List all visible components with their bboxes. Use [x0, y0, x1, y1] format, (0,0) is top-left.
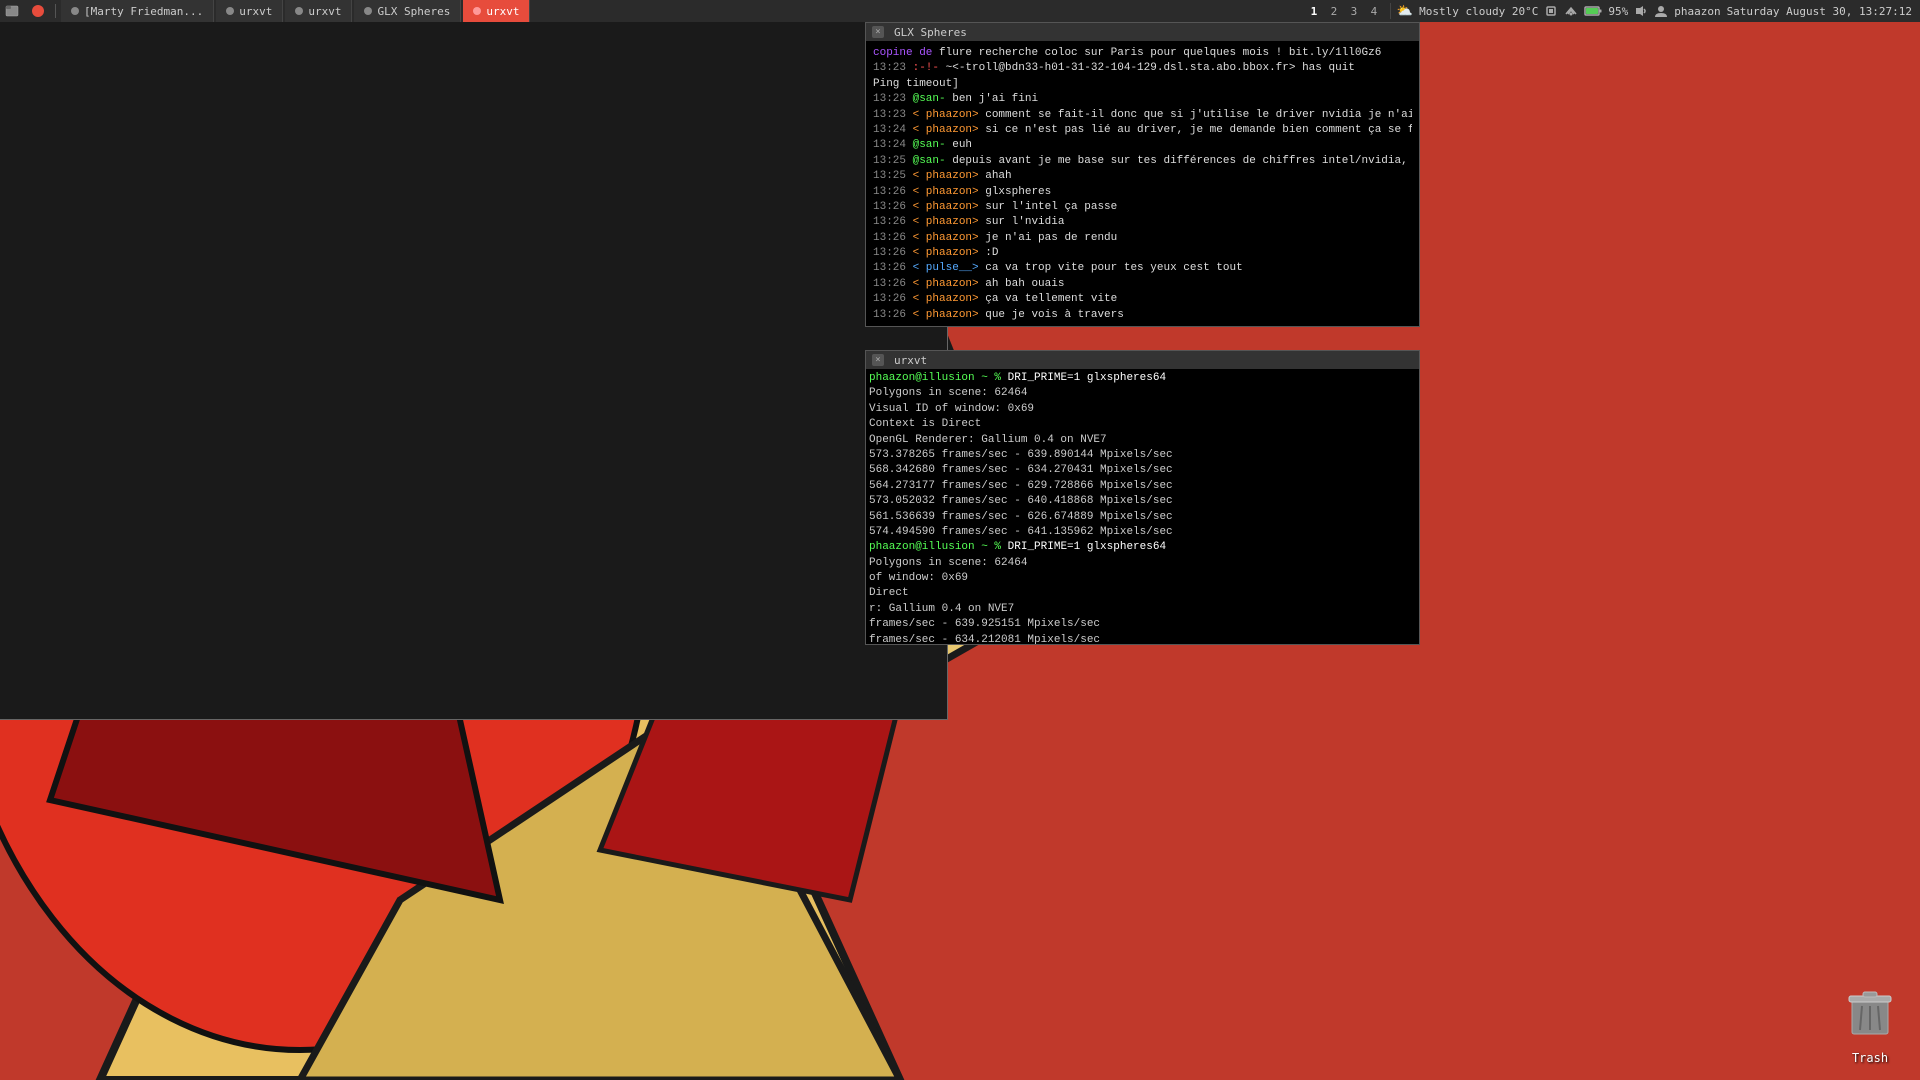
- taskbar-right: 1 2 3 4 ⛅ Mostly cloudy 20°C 95%: [1298, 3, 1920, 19]
- terminal-window[interactable]: × urxvt phaazon@illusion ~ % DRI_PRIME=1…: [865, 350, 1420, 645]
- irc-close-btn[interactable]: ×: [872, 26, 884, 38]
- tab-urxvt1[interactable]: urxvt: [216, 0, 283, 22]
- terminal-line: phaazon@illusion ~ % DRI_PRIME=1 glxsphe…: [869, 371, 1416, 386]
- taskbar-left: [Marty Friedman... urxvt urxvt GLX Spher…: [0, 0, 1298, 22]
- battery-text: 95%: [1608, 5, 1628, 18]
- taskbar-app-icon-files[interactable]: [2, 1, 22, 21]
- tab-dot: [226, 7, 234, 15]
- workspace-4[interactable]: 4: [1366, 3, 1382, 19]
- left-window: [0, 22, 948, 720]
- terminal-line: 574.494590 frames/sec - 641.135962 Mpixe…: [869, 525, 1416, 540]
- terminal-line: r: Gallium 0.4 on NVE7: [869, 602, 1416, 617]
- tab-urxvt3-label: urxvt: [486, 5, 519, 18]
- irc-line: copine de flure recherche coloc sur Pari…: [873, 46, 1412, 61]
- workspace-3[interactable]: 3: [1346, 3, 1362, 19]
- irc-line: 13:23 < phaazon> comment se fait-il donc…: [873, 108, 1412, 123]
- weather-text: Mostly cloudy 20°C: [1419, 5, 1538, 18]
- irc-line: 13:23 :-!- ~<-troll@bdn33-h01-31-32-104-…: [873, 61, 1412, 76]
- terminal-window-title: urxvt: [894, 354, 927, 367]
- irc-line: Ping timeout]: [873, 77, 1412, 92]
- username-text: phaazon: [1674, 5, 1720, 18]
- tab-urxvt2[interactable]: urxvt: [285, 0, 352, 22]
- irc-line: 13:26 < pulse__> ca va trop vite pour te…: [873, 261, 1412, 276]
- left-window-content: [0, 22, 947, 719]
- irc-line: 13:26 < phaazon> sur l'intel ça passe: [873, 200, 1412, 215]
- irc-line: 13:24 @san- euh: [873, 138, 1412, 153]
- battery-icon: [1584, 4, 1602, 18]
- terminal-line: 564.273177 frames/sec - 629.728866 Mpixe…: [869, 479, 1416, 494]
- irc-line: 13:26 < phaazon> ça va tellement vite: [873, 292, 1412, 307]
- tab-dot: [71, 7, 79, 15]
- datetime-text: Saturday August 30, 13:27:12: [1727, 5, 1912, 18]
- tab-urxvt2-label: urxvt: [308, 5, 341, 18]
- irc-titlebar: × GLX Spheres: [866, 23, 1419, 41]
- irc-content[interactable]: copine de flure recherche coloc sur Pari…: [866, 41, 1419, 326]
- taskbar: [Marty Friedman... urxvt urxvt GLX Spher…: [0, 0, 1920, 22]
- irc-line: 13:26 < phaazon> :D: [873, 246, 1412, 261]
- terminal-line: OpenGL Renderer: Gallium 0.4 on NVE7: [869, 433, 1416, 448]
- terminal-titlebar-left: × urxvt: [872, 354, 927, 367]
- tab-dot: [364, 7, 372, 15]
- irc-titlebar-left: × GLX Spheres: [872, 26, 967, 39]
- terminal-line: phaazon@illusion ~ % DRI_PRIME=1 glxsphe…: [869, 540, 1416, 555]
- irc-line: 13:23 @san- ben j'ai fini: [873, 92, 1412, 107]
- terminal-line: 561.536639 frames/sec - 626.674889 Mpixe…: [869, 510, 1416, 525]
- terminal-line: Direct: [869, 586, 1416, 601]
- terminal-line: of window: 0x69: [869, 571, 1416, 586]
- irc-window-title: GLX Spheres: [894, 26, 967, 39]
- tab-marty-label: [Marty Friedman...: [84, 5, 203, 18]
- workspace-2[interactable]: 2: [1326, 3, 1342, 19]
- terminal-line: 573.378265 frames/sec - 639.890144 Mpixe…: [869, 448, 1416, 463]
- tab-dot: [295, 7, 303, 15]
- tab-urxvt3[interactable]: urxvt: [463, 0, 530, 22]
- irc-line: 13:26 < phaazon> je n'ai pas de rendu: [873, 231, 1412, 246]
- weather-icon: ⛅: [1397, 4, 1413, 19]
- cpu-icon: [1544, 4, 1558, 18]
- taskbar-separator: [55, 4, 56, 18]
- terminal-line: 573.052032 frames/sec - 640.418868 Mpixe…: [869, 494, 1416, 509]
- terminal-line: frames/sec - 634.212081 Mpixels/sec: [869, 633, 1416, 644]
- irc-line: 13:26 < phaazon> que je vois à travers: [873, 308, 1412, 323]
- trash-image: [1846, 986, 1894, 1047]
- terminal-line: frames/sec - 639.925151 Mpixels/sec: [869, 617, 1416, 632]
- workspace-indicator: 1 2 3 4: [1298, 3, 1391, 19]
- terminal-line: Polygons in scene: 62464: [869, 556, 1416, 571]
- terminal-line: 568.342680 frames/sec - 634.270431 Mpixe…: [869, 463, 1416, 478]
- volume-icon: [1634, 4, 1648, 18]
- irc-window[interactable]: × GLX Spheres copine de flure recherche …: [865, 22, 1420, 327]
- irc-line: 13:26 < phaazon> sur l'nvidia: [873, 215, 1412, 230]
- terminal-titlebar: × urxvt: [866, 351, 1419, 369]
- tab-marty[interactable]: [Marty Friedman...: [61, 0, 214, 22]
- terminal-line: Visual ID of window: 0x69: [869, 402, 1416, 417]
- trash-icon[interactable]: Trash: [1835, 985, 1905, 1065]
- trash-label: Trash: [1852, 1051, 1888, 1065]
- tab-urxvt1-label: urxvt: [239, 5, 272, 18]
- tab-glx[interactable]: GLX Spheres: [354, 0, 461, 22]
- user-icon: [1654, 4, 1668, 18]
- network-icon: [1564, 4, 1578, 18]
- terminal-content[interactable]: phaazon@illusion ~ % DRI_PRIME=1 glxsphe…: [866, 369, 1419, 644]
- terminal-line: Polygons in scene: 62464: [869, 386, 1416, 401]
- workspace-1[interactable]: 1: [1306, 3, 1322, 19]
- tab-glx-label: GLX Spheres: [377, 5, 450, 18]
- irc-line: 13:25 @san- depuis avant je me base sur …: [873, 154, 1412, 169]
- irc-line: 13:24 < phaazon> si ce n'est pas lié au …: [873, 123, 1412, 138]
- irc-line: 13:26 < phaazon> glxspheres: [873, 185, 1412, 200]
- terminal-line: Context is Direct: [869, 417, 1416, 432]
- irc-line: 13:25 < phaazon> ahah: [873, 169, 1412, 184]
- tab-dot-active: [473, 7, 481, 15]
- irc-line: 13:26 < phaazon> ah bah ouais: [873, 277, 1412, 292]
- terminal-close-btn[interactable]: ×: [872, 354, 884, 366]
- taskbar-app-icon-red[interactable]: [28, 1, 48, 21]
